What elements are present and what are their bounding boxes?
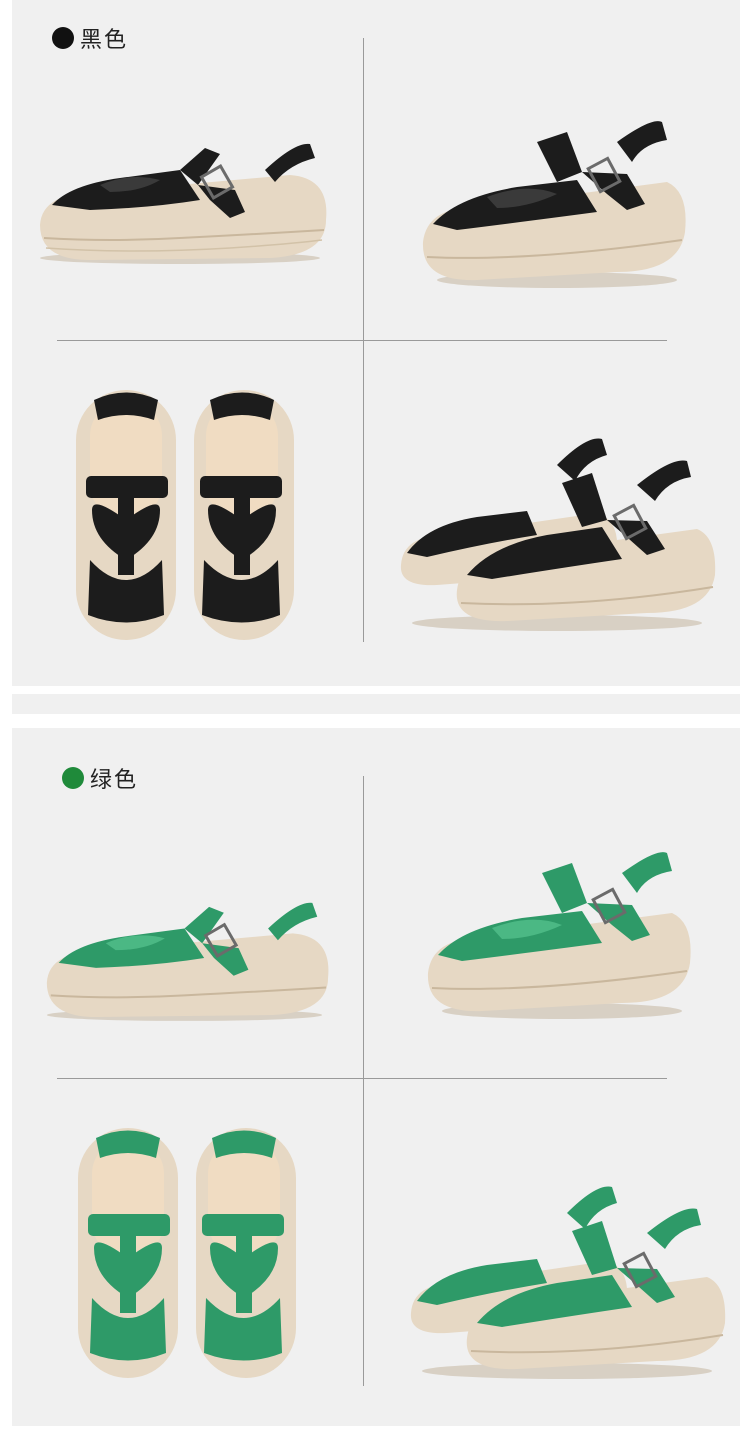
- section-separator: [12, 694, 740, 714]
- color-label-green: 绿色: [62, 762, 138, 794]
- color-label-black: 黑色: [52, 22, 128, 54]
- grid-divider-horizontal: [57, 1078, 667, 1079]
- color-swatch-dot: [52, 27, 74, 49]
- shoe-angle-view: [427, 852, 691, 1019]
- grid-divider-horizontal: [57, 340, 667, 341]
- shoe-top-view-pair: [76, 390, 294, 640]
- grid-divider-vertical: [363, 776, 364, 1386]
- color-swatch-dot: [62, 767, 84, 789]
- shoe-angle-view: [422, 121, 686, 288]
- color-name: 黑色: [80, 28, 129, 53]
- shoe-top-view-pair: [78, 1128, 296, 1378]
- shoe-pair-angle-view: [410, 1186, 726, 1379]
- variant-panel-green: 绿色: [12, 728, 740, 1426]
- variant-panel-black: 黑色: [12, 0, 740, 686]
- shoe-side-view: [40, 143, 327, 264]
- color-name: 绿色: [90, 768, 139, 793]
- shoe-side-view: [46, 902, 329, 1021]
- shoe-pair-angle-view: [400, 438, 716, 631]
